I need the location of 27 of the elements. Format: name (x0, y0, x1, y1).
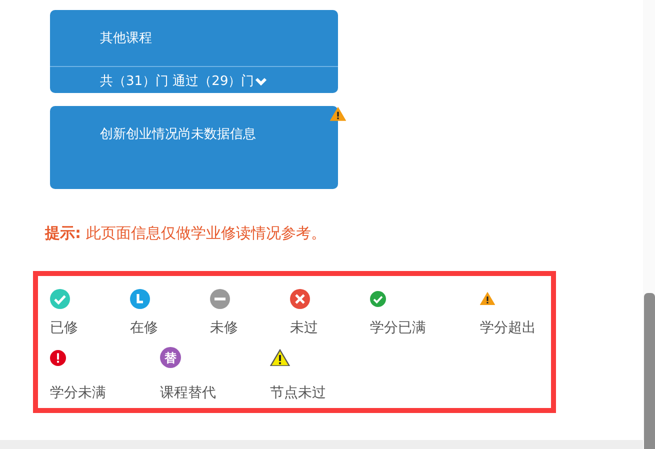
check-circle-icon (50, 288, 70, 308)
legend-label: 未过 (290, 318, 318, 338)
exclamation-circle-icon (50, 350, 66, 366)
legend-label: 学分已满 (370, 318, 426, 338)
check-circle-icon (370, 290, 386, 306)
minus-circle-icon (210, 288, 230, 308)
legend-label: 学分未满 (50, 384, 106, 402)
card-title: 创新创业情况尚未数据信息 (100, 127, 256, 142)
course-card[interactable]: 创新创业情况尚未数据信息 (50, 106, 338, 189)
chevron-down-icon[interactable] (255, 77, 268, 86)
hint-text: 提示: 此页面信息仅做学业修读情况参考。 (45, 223, 327, 244)
warning-icon (270, 348, 290, 366)
scrollbar-thumb[interactable] (644, 293, 655, 449)
legend-label: 已修 (50, 318, 78, 338)
warning-icon (480, 292, 495, 306)
legend-label: 学分超出 (480, 318, 536, 338)
clock-icon (130, 288, 150, 308)
legend-label: 未修 (210, 318, 238, 338)
card-title: 其他课程 (100, 31, 152, 46)
legend-label: 节点未过 (270, 384, 326, 402)
course-card[interactable]: 其他课程 共（31）门 通过（29）门 (50, 10, 338, 93)
close-circle-icon (290, 288, 310, 308)
legend-label: 课程替代 (160, 384, 216, 402)
horizontal-scrollbar[interactable] (0, 440, 643, 449)
course-summary: 共（31）门 通过（29）门 (100, 72, 254, 91)
substitute-icon: 替 (160, 347, 181, 368)
legend-label: 在修 (130, 318, 158, 338)
